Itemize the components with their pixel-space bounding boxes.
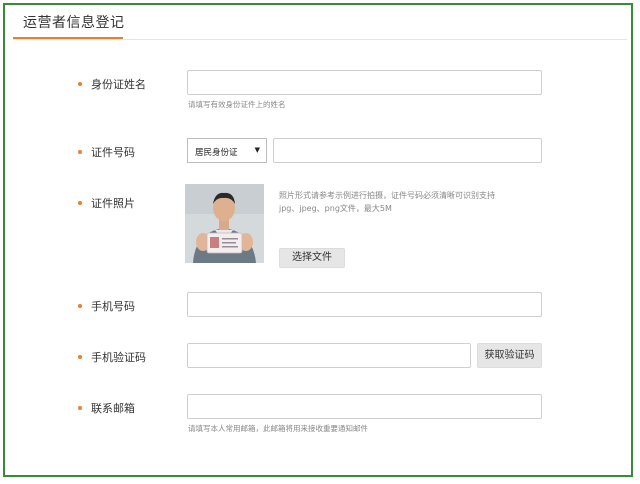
sms-code-input[interactable] <box>187 343 471 368</box>
phone-input[interactable] <box>187 292 542 317</box>
required-dot <box>78 150 82 154</box>
id-type-selected: 居民身份证 <box>195 148 238 158</box>
sample-id-photo <box>185 184 264 263</box>
required-dot <box>78 406 82 410</box>
required-dot <box>78 304 82 308</box>
id-name-label: 身份证姓名 <box>78 76 146 92</box>
person-holding-id-illustration <box>185 184 264 263</box>
email-hint: 请填写本人常用邮箱，此邮箱将用来接收重要通知邮件 <box>188 424 368 433</box>
id-name-hint: 请填写有效身份证件上的姓名 <box>188 100 286 109</box>
choose-file-button[interactable]: 选择文件 <box>279 248 345 268</box>
email-label: 联系邮箱 <box>78 400 135 416</box>
id-photo-label: 证件照片 <box>78 195 135 211</box>
id-number-input[interactable] <box>273 138 542 163</box>
sms-code-label: 手机验证码 <box>78 349 146 365</box>
phone-label: 手机号码 <box>78 298 135 314</box>
id-number-label: 证件号码 <box>78 144 135 160</box>
required-dot <box>78 201 82 205</box>
get-code-button[interactable]: 获取验证码 <box>477 343 542 368</box>
caret-down-icon: ▼ <box>254 146 260 154</box>
email-input[interactable] <box>187 394 542 419</box>
id-photo-hint: 照片形式请参考示例进行拍摄，证件号码必须清晰可识别支持 jpg、jpeg、png… <box>279 191 495 213</box>
page-header: 运营者信息登记 <box>13 5 627 40</box>
title-underline <box>13 37 123 39</box>
required-dot <box>78 82 82 86</box>
id-type-select[interactable]: 居民身份证 ▼ <box>187 138 267 163</box>
page-title: 运营者信息登记 <box>23 15 125 31</box>
required-dot <box>78 355 82 359</box>
id-name-input[interactable] <box>187 70 542 95</box>
